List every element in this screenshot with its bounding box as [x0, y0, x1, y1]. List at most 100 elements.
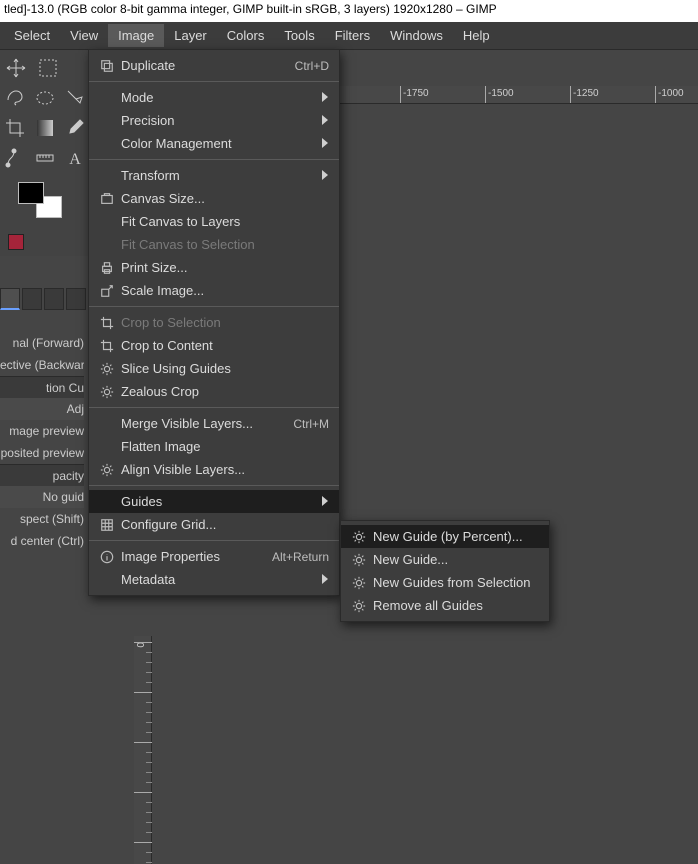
ruler-tick — [655, 86, 656, 104]
ruler-tick — [134, 642, 152, 643]
crop-icon — [97, 339, 117, 353]
gear-icon — [97, 385, 117, 399]
menuitem-label: Fit Canvas to Layers — [117, 214, 329, 229]
image-menu-precision[interactable]: Precision — [89, 109, 339, 132]
image-menu-print-size[interactable]: Print Size... — [89, 256, 339, 279]
guides-submenu-remove-all-guides[interactable]: Remove all Guides — [341, 594, 549, 617]
image-menu-crop-to-content[interactable]: Crop to Content — [89, 334, 339, 357]
image-menu-transform[interactable]: Transform — [89, 164, 339, 187]
menuitem-label: Configure Grid... — [117, 517, 329, 532]
move-tool-icon[interactable] — [4, 56, 28, 80]
menuitem-label: Transform — [117, 168, 317, 183]
tool-options-tab-3[interactable] — [44, 288, 64, 310]
chevron-right-icon — [317, 136, 329, 151]
image-menu-separator — [89, 81, 339, 82]
tool-options-tab-2[interactable] — [22, 288, 42, 310]
ellipse-select-tool-icon[interactable] — [34, 86, 56, 110]
image-menu-image-properties[interactable]: Image PropertiesAlt+Return — [89, 545, 339, 568]
menu-tools[interactable]: Tools — [274, 24, 324, 47]
menuitem-label: Metadata — [117, 572, 317, 587]
gear-icon — [97, 463, 117, 477]
fg-color-swatch[interactable] — [18, 182, 44, 204]
ruler-tick — [146, 852, 152, 853]
menu-help[interactable]: Help — [453, 24, 500, 47]
menu-view[interactable]: View — [60, 24, 108, 47]
tool-options-tab-1[interactable] — [0, 288, 20, 310]
image-menu-merge-visible-layers[interactable]: Merge Visible Layers...Ctrl+M — [89, 412, 339, 435]
canvas-area-lower[interactable] — [152, 636, 698, 864]
image-menu-mode[interactable]: Mode — [89, 86, 339, 109]
menuitem-label: Image Properties — [117, 549, 272, 564]
paintbrush-tool-icon[interactable] — [64, 116, 86, 140]
crop-icon — [97, 316, 117, 330]
ruler-tick — [400, 86, 401, 104]
gear-icon — [349, 553, 369, 567]
ruler-tick — [146, 662, 152, 663]
tool-options-tab-4[interactable] — [66, 288, 86, 310]
ruler-tick — [146, 862, 152, 863]
image-menu-canvas-size[interactable]: Canvas Size... — [89, 187, 339, 210]
canvas-icon — [97, 192, 117, 206]
menu-image[interactable]: Image — [108, 24, 164, 47]
image-menu-dropdown: DuplicateCtrl+D ModePrecision Color Manage… — [88, 49, 340, 596]
ruler-tick — [146, 652, 152, 653]
menuitem-label: Color Management — [117, 136, 317, 151]
menuitem-accel: Ctrl+M — [293, 417, 329, 431]
image-menu-crop-to-selection: Crop to Selection — [89, 311, 339, 334]
ruler-horizontal: -1750-1500-1250-1000 — [340, 86, 698, 104]
guides-submenu-new-guide[interactable]: New Guide... — [341, 548, 549, 571]
tool-option-row: tion Cu — [0, 376, 84, 398]
free-select-tool-icon[interactable] — [4, 86, 26, 110]
menuitem-label: Align Visible Layers... — [117, 462, 329, 477]
tool-options-panel: nal (Forward)ective (Backward)tion Cu Ad… — [0, 332, 88, 552]
grid-icon — [97, 518, 117, 532]
image-menu-slice-using-guides[interactable]: Slice Using Guides — [89, 357, 339, 380]
image-menu-align-visible-layers[interactable]: Align Visible Layers... — [89, 458, 339, 481]
ruler-tick — [146, 752, 152, 753]
measure-tool-icon[interactable] — [34, 146, 56, 170]
rect-select-tool-icon[interactable] — [36, 56, 60, 80]
ruler-tick — [134, 842, 152, 843]
image-menu-guides[interactable]: Guides — [89, 490, 339, 513]
tool-option-row: ective (Backward) — [0, 354, 84, 376]
image-menu-zealous-crop[interactable]: Zealous Crop — [89, 380, 339, 403]
tool-options-tabs — [0, 288, 88, 314]
ruler-tick — [134, 692, 152, 693]
guides-submenu-new-guide-by-percent[interactable]: New Guide (by Percent)... — [341, 525, 549, 548]
image-menu-flatten-image[interactable]: Flatten Image — [89, 435, 339, 458]
paths-tool-icon[interactable] — [4, 146, 26, 170]
scale-icon — [97, 284, 117, 298]
menuitem-label: New Guide (by Percent)... — [369, 529, 539, 544]
fg-bg-color-widget[interactable] — [18, 182, 66, 226]
fuzzy-select-tool-icon[interactable] — [64, 86, 86, 110]
ruler-vertical: 0 — [134, 636, 152, 864]
gradient-tool-icon[interactable] — [34, 116, 56, 140]
image-menu-configure-grid[interactable]: Configure Grid... — [89, 513, 339, 536]
ruler-tick — [146, 682, 152, 683]
menuitem-label: Crop to Selection — [117, 315, 329, 330]
image-menu-separator — [89, 485, 339, 486]
ruler-tick — [146, 732, 152, 733]
image-menu-color-management[interactable]: Color Management — [89, 132, 339, 155]
menu-windows[interactable]: Windows — [380, 24, 453, 47]
menuitem-label: Guides — [117, 494, 317, 509]
text-tool-icon[interactable]: A — [64, 146, 86, 170]
image-menu-fit-canvas-to-layers[interactable]: Fit Canvas to Layers — [89, 210, 339, 233]
chevron-right-icon — [317, 494, 329, 509]
ruler-tick — [146, 832, 152, 833]
image-menu-scale-image[interactable]: Scale Image... — [89, 279, 339, 302]
crop-tool-icon[interactable] — [4, 116, 26, 140]
ruler-label: -1750 — [403, 88, 429, 99]
menu-colors[interactable]: Colors — [217, 24, 275, 47]
image-menu-metadata[interactable]: Metadata — [89, 568, 339, 591]
image-menu-duplicate[interactable]: DuplicateCtrl+D — [89, 54, 339, 77]
tool-option-row: d center (Ctrl) — [0, 530, 84, 552]
menu-layer[interactable]: Layer — [164, 24, 217, 47]
chevron-right-icon — [317, 113, 329, 128]
guides-submenu-new-guides-from-selection[interactable]: New Guides from Selection — [341, 571, 549, 594]
menu-filters[interactable]: Filters — [325, 24, 380, 47]
svg-text:A: A — [69, 151, 81, 168]
recent-color-swatch[interactable] — [8, 234, 24, 250]
menu-select[interactable]: Select — [4, 24, 60, 47]
print-icon — [97, 261, 117, 275]
